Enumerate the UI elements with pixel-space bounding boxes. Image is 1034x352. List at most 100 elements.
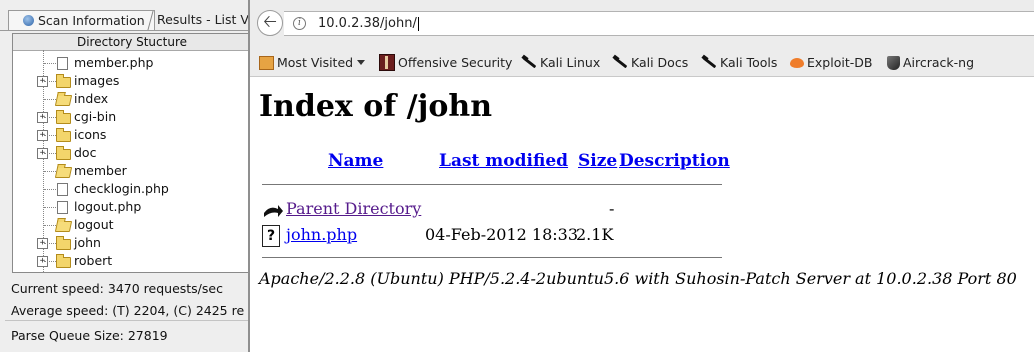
tree-connector <box>44 189 56 190</box>
bookmark-label: Kali Tools <box>720 55 778 70</box>
folder-icon <box>56 254 71 268</box>
chevron-down-icon <box>357 60 366 65</box>
tree-connector <box>44 261 56 262</box>
folder-icon <box>56 128 71 142</box>
tab-scan-information-label: Scan Information <box>38 13 145 28</box>
exploitdb-icon <box>790 57 804 68</box>
tab-results-list[interactable]: Results - List V <box>157 10 250 29</box>
tree-item-label: robert <box>74 253 113 268</box>
tree-connector <box>44 117 56 118</box>
tree-item-label: cgi-bin <box>74 109 117 124</box>
tree-item[interactable]: member <box>13 162 250 180</box>
column-header-last-modified[interactable]: Last modified <box>439 151 568 171</box>
file-last-modified: 04-Feb-2012 18:33 <box>425 225 579 244</box>
url-bar[interactable]: i 10.0.2.38/john/ <box>284 11 1034 36</box>
tab-scan-information[interactable]: Scan Information <box>8 10 155 30</box>
file-icon <box>57 57 68 70</box>
parse-queue-size: Parse Queue Size: 27819 <box>11 328 168 343</box>
table-divider-top <box>262 184 722 185</box>
bookmark-kali-tools[interactable]: Kali Tools <box>701 53 777 70</box>
tree-item[interactable]: checklogin.php <box>13 180 250 198</box>
tab-separator <box>147 11 154 30</box>
parent-directory-link[interactable]: Parent Directory <box>286 199 421 218</box>
bookmark-label: Most Visited <box>277 55 354 70</box>
current-speed: Current speed: 3470 requests/sec <box>11 281 223 296</box>
tree-connector <box>44 225 56 226</box>
bookmark-exploit-db[interactable]: Exploit-DB <box>790 53 872 70</box>
dirbuster-panel: Scan Information Results - List V Direct… <box>0 0 250 352</box>
tree-item-label: checklogin.php <box>74 181 169 196</box>
column-header-description[interactable]: Description <box>619 151 730 171</box>
bookmarks-toolbar: Most Visited Offensive Security Kali Lin… <box>250 46 1034 77</box>
offsec-icon <box>379 54 395 71</box>
tree-item[interactable]: + doc <box>13 144 250 162</box>
tree-connector <box>44 243 56 244</box>
open-folder-icon <box>54 221 73 232</box>
table-divider-bottom <box>262 257 722 258</box>
browser-window: 🡠 i 10.0.2.38/john/ Most Visited Offensi… <box>248 0 1034 352</box>
open-folder-icon <box>54 95 73 106</box>
unknown-file-icon: ? <box>262 225 280 247</box>
tree-item[interactable]: + cgi-bin <box>13 108 250 126</box>
tree-header: Directory Stucture <box>13 34 250 51</box>
server-signature: Apache/2.2.8 (Ubuntu) PHP/5.2.4-2ubuntu5… <box>259 269 1017 288</box>
tree-item[interactable]: + robert <box>13 252 250 270</box>
page-content: Index of /john Name Last modified Size D… <box>250 77 1034 352</box>
bookmark-label: Kali Linux <box>540 55 601 70</box>
tree-item-label: logout <box>74 217 114 232</box>
bookmark-label: Offensive Security <box>398 55 513 70</box>
tree-item[interactable]: member.php <box>13 54 250 72</box>
tree-item[interactable]: logout.php <box>13 198 250 216</box>
kali-dragon-icon <box>521 55 537 70</box>
tree-item-label: images <box>74 73 120 88</box>
column-header-size[interactable]: Size <box>578 151 617 171</box>
folder-icon <box>56 236 71 250</box>
tree-item[interactable]: index <box>13 90 250 108</box>
tree-item-label: index <box>74 91 109 106</box>
bookmark-label: Aircrack-ng <box>903 55 975 70</box>
tree-item[interactable]: + images <box>13 72 250 90</box>
bookmark-offensive-security[interactable]: Offensive Security <box>379 53 513 71</box>
tree-connector <box>44 171 56 172</box>
file-icon <box>57 201 68 214</box>
stats-divider <box>5 320 250 321</box>
bookmark-label: Exploit-DB <box>807 55 873 70</box>
tree-connector <box>44 153 56 154</box>
most-visited-icon <box>259 55 274 70</box>
tree-connector <box>44 135 56 136</box>
tree-item-label: doc <box>74 145 97 160</box>
kali-dragon-icon <box>701 55 717 70</box>
aircrack-icon <box>887 55 900 70</box>
tree-item[interactable]: logout <box>13 216 250 234</box>
tab-bar: Scan Information Results - List V <box>0 10 250 31</box>
back-button[interactable]: 🡠 <box>257 10 283 36</box>
bookmark-aircrack-ng[interactable]: Aircrack-ng <box>887 53 974 70</box>
folder-icon <box>56 110 71 124</box>
bookmark-most-visited[interactable]: Most Visited <box>259 53 366 70</box>
tree-connector <box>44 207 56 208</box>
bookmark-label: Kali Docs <box>631 55 689 70</box>
parent-directory-size: - <box>609 199 615 218</box>
bookmark-kali-docs[interactable]: Kali Docs <box>612 53 688 70</box>
tree-connector <box>44 99 56 100</box>
navigation-toolbar: 🡠 i 10.0.2.38/john/ <box>250 0 1034 46</box>
tree-item-label: logout.php <box>74 199 142 214</box>
site-info-icon[interactable]: i <box>293 17 306 30</box>
back-folder-icon <box>264 205 283 217</box>
tree-item-label: member.php <box>74 55 154 70</box>
average-speed: Average speed: (T) 2204, (C) 2425 re <box>11 303 245 318</box>
file-link-john-php[interactable]: john.php <box>286 225 357 244</box>
tree-item[interactable]: + icons <box>13 126 250 144</box>
tree-item[interactable]: + john <box>13 234 250 252</box>
file-icon <box>57 183 68 196</box>
tree-item-label: icons <box>74 127 107 142</box>
directory-tree[interactable]: Directory Stucture member.php + images inde… <box>12 33 250 273</box>
kali-dragon-icon <box>612 55 628 70</box>
open-folder-icon <box>54 167 73 178</box>
column-header-name[interactable]: Name <box>328 151 383 171</box>
bookmark-kali-linux[interactable]: Kali Linux <box>521 53 600 70</box>
tree-connector <box>44 81 56 82</box>
back-arrow-icon: 🡠 <box>263 12 277 32</box>
tree-item-label: member <box>74 163 127 178</box>
tree-item-label: john <box>74 235 101 250</box>
